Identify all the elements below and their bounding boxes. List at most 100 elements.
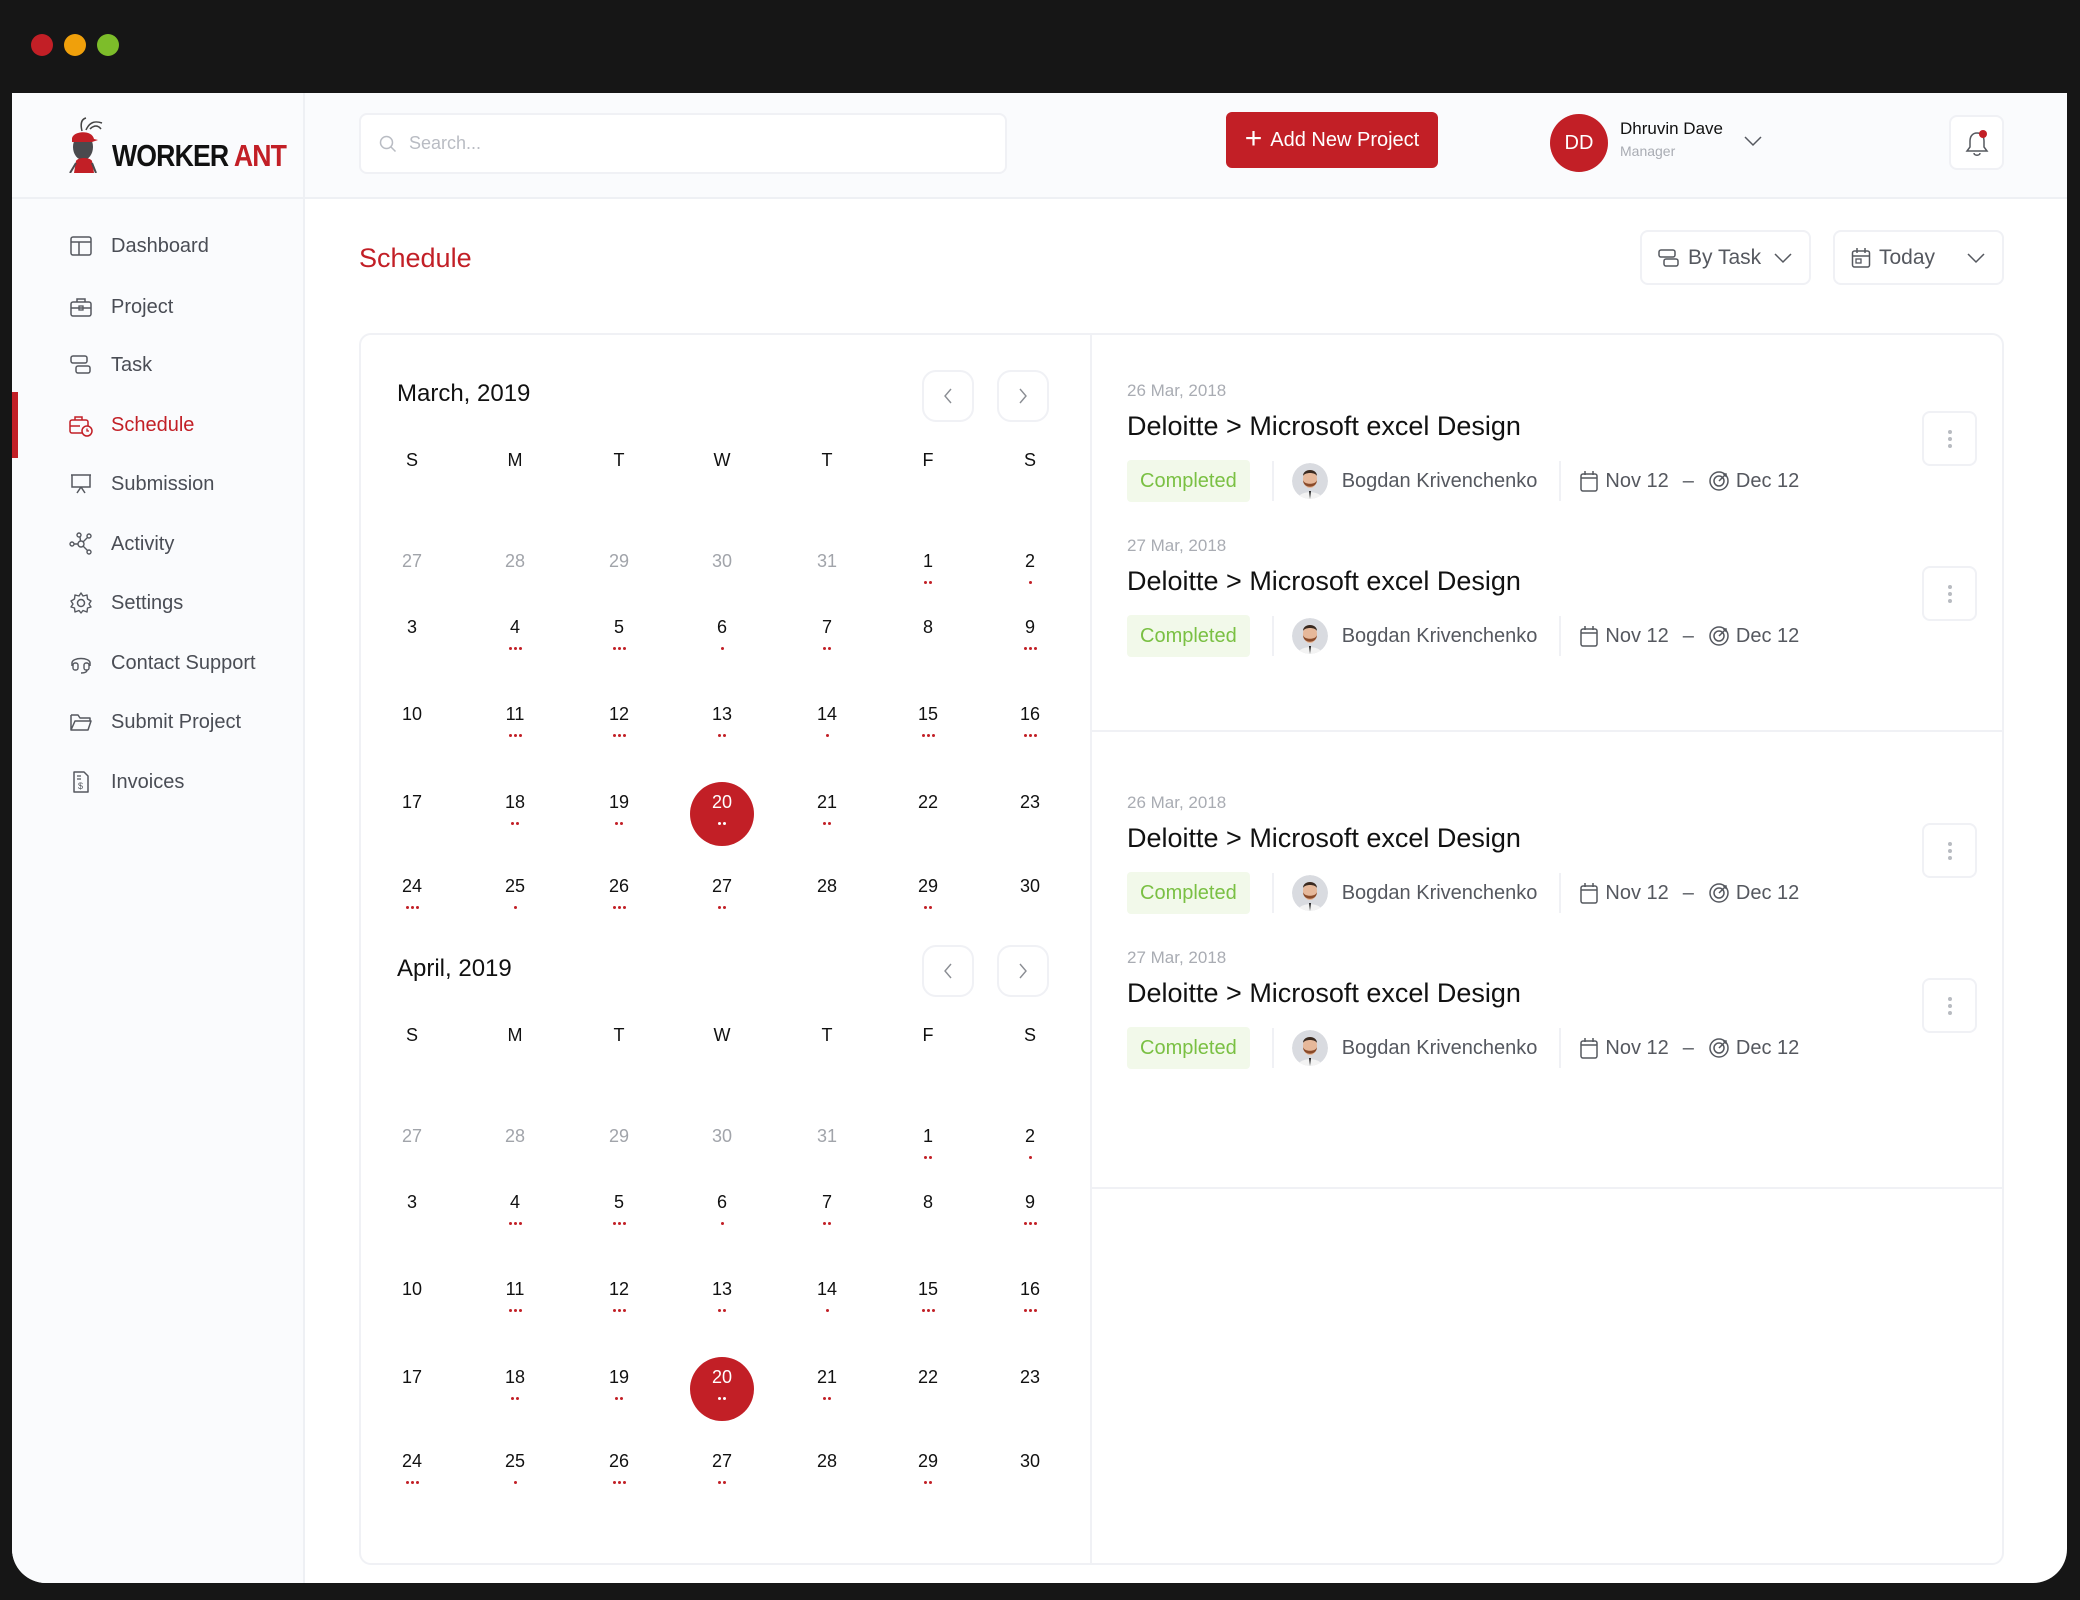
task-title[interactable]: Deloitte > Microsoft excel Design [1127, 566, 1521, 597]
calendar-day[interactable]: 8 [896, 1182, 960, 1246]
calendar-day-selected[interactable]: 20 [690, 1357, 754, 1421]
calendar-day[interactable]: 6 [690, 1182, 754, 1246]
calendar-day[interactable]: 27 [380, 541, 444, 605]
next-month-button[interactable] [997, 370, 1049, 422]
calendar-day[interactable]: 24 [380, 866, 444, 930]
calendar-day[interactable]: 24 [380, 1441, 444, 1505]
sidebar-item-task[interactable]: Task [12, 340, 303, 390]
calendar-day[interactable]: 26 [587, 1441, 651, 1505]
calendar-day[interactable]: 5 [587, 607, 651, 671]
calendar-day[interactable]: 4 [483, 1182, 547, 1246]
calendar-day[interactable]: 23 [998, 1357, 1062, 1421]
next-month-button[interactable] [997, 945, 1049, 997]
more-options-button[interactable] [1922, 411, 1977, 466]
close-window-button[interactable] [31, 34, 53, 56]
calendar-day[interactable]: 31 [795, 1116, 859, 1180]
sidebar-item-schedule[interactable]: Schedule [12, 392, 303, 458]
sidebar-item-dashboard[interactable]: Dashboard [12, 221, 303, 271]
calendar-day[interactable]: 19 [587, 1357, 651, 1421]
sidebar-item-settings[interactable]: Settings [12, 578, 303, 628]
notifications-button[interactable] [1949, 115, 2004, 170]
prev-month-button[interactable] [922, 945, 974, 997]
calendar-day[interactable]: 4 [483, 607, 547, 671]
sidebar-item-activity[interactable]: Activity [12, 519, 303, 569]
calendar-day[interactable]: 16 [998, 694, 1062, 758]
calendar-day[interactable]: 9 [998, 1182, 1062, 1246]
calendar-day[interactable]: 2 [998, 541, 1062, 605]
sidebar-item-contact-support[interactable]: Contact Support [12, 638, 303, 688]
calendar-day[interactable]: 12 [587, 694, 651, 758]
calendar-day[interactable]: 30 [998, 866, 1062, 930]
calendar-day[interactable]: 26 [587, 866, 651, 930]
calendar-day[interactable]: 27 [380, 1116, 444, 1180]
calendar-day[interactable]: 10 [380, 1269, 444, 1333]
calendar-day[interactable]: 30 [690, 541, 754, 605]
calendar-day[interactable]: 10 [380, 694, 444, 758]
calendar-day[interactable]: 18 [483, 1357, 547, 1421]
calendar-day[interactable]: 22 [896, 1357, 960, 1421]
task-title[interactable]: Deloitte > Microsoft excel Design [1127, 978, 1521, 1009]
calendar-day[interactable]: 5 [587, 1182, 651, 1246]
calendar-day[interactable]: 3 [380, 1182, 444, 1246]
calendar-day[interactable]: 28 [795, 866, 859, 930]
more-options-button[interactable] [1922, 566, 1977, 621]
calendar-day[interactable]: 15 [896, 1269, 960, 1333]
calendar-day[interactable]: 18 [483, 782, 547, 846]
calendar-day[interactable]: 21 [795, 1357, 859, 1421]
calendar-day[interactable]: 1 [896, 541, 960, 605]
date-range-dropdown[interactable]: Today [1833, 230, 2004, 285]
calendar-day[interactable]: 3 [380, 607, 444, 671]
calendar-day[interactable]: 25 [483, 866, 547, 930]
sidebar-item-project[interactable]: Project [12, 282, 303, 332]
sidebar-item-submission[interactable]: Submission [12, 459, 303, 509]
calendar-day[interactable]: 11 [483, 1269, 547, 1333]
assignee[interactable]: Bogdan Krivenchenko [1291, 618, 1537, 654]
more-options-button[interactable] [1922, 823, 1977, 878]
calendar-day[interactable]: 25 [483, 1441, 547, 1505]
search-input[interactable] [409, 133, 969, 154]
calendar-day[interactable]: 6 [690, 607, 754, 671]
calendar-day[interactable]: 12 [587, 1269, 651, 1333]
calendar-day[interactable]: 14 [795, 1269, 859, 1333]
calendar-day[interactable]: 19 [587, 782, 651, 846]
calendar-day[interactable]: 29 [896, 1441, 960, 1505]
group-by-dropdown[interactable]: By Task [1640, 230, 1811, 285]
calendar-day[interactable]: 30 [690, 1116, 754, 1180]
assignee[interactable]: Bogdan Krivenchenko [1291, 463, 1537, 499]
calendar-day[interactable]: 21 [795, 782, 859, 846]
calendar-day[interactable]: 28 [483, 541, 547, 605]
user-menu[interactable]: DD Dhruvin Dave Manager [1550, 114, 1763, 172]
search-box[interactable] [359, 113, 1007, 174]
calendar-day[interactable]: 29 [587, 1116, 651, 1180]
calendar-day[interactable]: 16 [998, 1269, 1062, 1333]
calendar-day[interactable]: 8 [896, 607, 960, 671]
calendar-day[interactable]: 9 [998, 607, 1062, 671]
more-options-button[interactable] [1922, 978, 1977, 1033]
calendar-day[interactable]: 23 [998, 782, 1062, 846]
add-new-project-button[interactable]: + Add New Project [1226, 112, 1438, 168]
assignee[interactable]: Bogdan Krivenchenko [1291, 1030, 1537, 1066]
sidebar-item-submit-project[interactable]: Submit Project [12, 697, 303, 747]
calendar-day[interactable]: 7 [795, 1182, 859, 1246]
assignee[interactable]: Bogdan Krivenchenko [1291, 875, 1537, 911]
calendar-day[interactable]: 17 [380, 782, 444, 846]
calendar-day[interactable]: 27 [690, 1441, 754, 1505]
calendar-day[interactable]: 1 [896, 1116, 960, 1180]
calendar-day[interactable]: 15 [896, 694, 960, 758]
maximize-window-button[interactable] [97, 34, 119, 56]
calendar-day[interactable]: 28 [483, 1116, 547, 1180]
calendar-day[interactable]: 14 [795, 694, 859, 758]
calendar-day[interactable]: 31 [795, 541, 859, 605]
minimize-window-button[interactable] [64, 34, 86, 56]
sidebar-item-invoices[interactable]: $ Invoices [12, 757, 303, 807]
task-title[interactable]: Deloitte > Microsoft excel Design [1127, 823, 1521, 854]
calendar-day[interactable]: 13 [690, 1269, 754, 1333]
calendar-day[interactable]: 22 [896, 782, 960, 846]
prev-month-button[interactable] [922, 370, 974, 422]
calendar-day[interactable]: 13 [690, 694, 754, 758]
calendar-day[interactable]: 28 [795, 1441, 859, 1505]
calendar-day[interactable]: 30 [998, 1441, 1062, 1505]
brand-logo[interactable]: WORKER ANT [68, 117, 314, 173]
calendar-day[interactable]: 7 [795, 607, 859, 671]
calendar-day[interactable]: 11 [483, 694, 547, 758]
